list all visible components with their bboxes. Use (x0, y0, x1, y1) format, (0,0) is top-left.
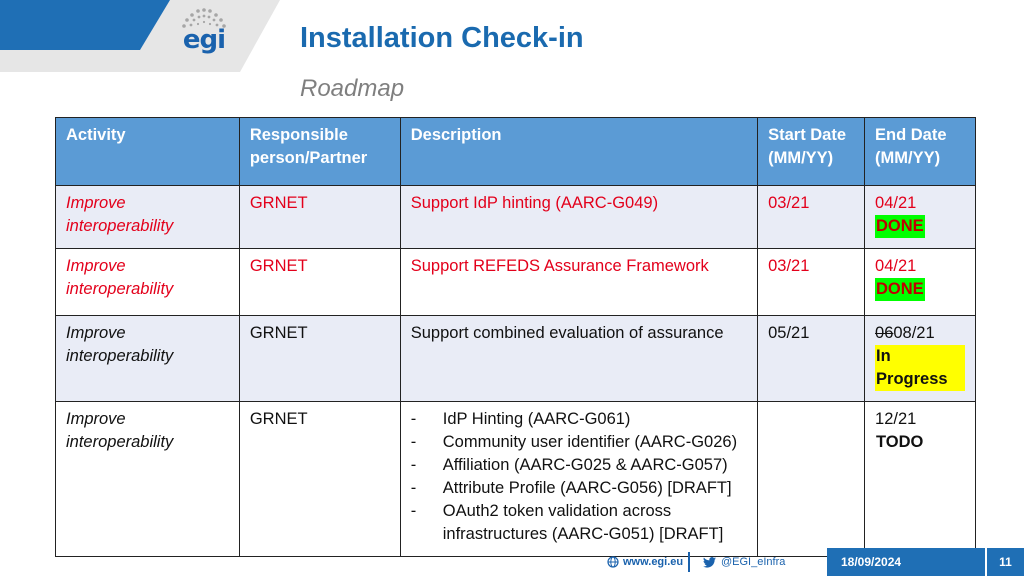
twitter-handle: @EGI_eInfra (721, 556, 786, 568)
table-header-row: Activity Responsible person/Partner Desc… (55, 117, 976, 186)
list-item: OAuth2 token validation across infrastru… (411, 500, 747, 546)
column-header-start-date: Start Date (MM/YY) (757, 117, 866, 186)
cell-end-date: 04/21 DONE (864, 185, 976, 249)
end-date-value: 04/21 (875, 257, 917, 275)
table-row: Improve interoperability GRNET IdP Hinti… (55, 401, 976, 557)
page-title: Installation Check-in (300, 22, 584, 54)
cell-partner: GRNET (238, 185, 401, 249)
website-text: www.egi.eu (623, 556, 684, 568)
end-date-value: 12/21 (875, 410, 917, 428)
end-date-struck: 06 (875, 324, 894, 342)
end-date-value: 0608/21 (875, 322, 965, 345)
column-header-end-date: End Date (MM/YY) (864, 117, 976, 186)
list-item: IdP Hinting (AARC-G061) (411, 408, 747, 431)
cell-partner: GRNET (238, 401, 401, 557)
cell-start-date: 03/21 (757, 248, 866, 316)
cell-description: Support REFEDS Assurance Framework (399, 248, 759, 316)
table-row: Improve interoperability GRNET Support c… (55, 315, 976, 402)
column-header-partner: Responsible person/Partner (238, 117, 401, 186)
page-number: 11 (987, 548, 1024, 576)
roadmap-table: Activity Responsible person/Partner Desc… (55, 117, 976, 557)
globe-icon (607, 556, 619, 568)
cell-end-date: 04/21 DONE (864, 248, 976, 316)
cell-activity: Improve interoperability (55, 401, 240, 557)
cell-activity: Improve interoperability (55, 315, 240, 402)
end-date-value: 04/21 (875, 194, 917, 212)
cell-end-date: 0608/21 In Progress (864, 315, 976, 402)
footer-website-link[interactable]: www.egi.eu (607, 556, 683, 568)
table-row: Improve interoperability GRNET Support I… (55, 185, 976, 249)
cell-start-date: 05/21 (757, 315, 866, 402)
list-item: Affiliation (AARC-G025 & AARC-G057) (411, 454, 747, 477)
column-header-activity: Activity (55, 117, 240, 186)
cell-activity: Improve interoperability (55, 248, 240, 316)
status-badge: DONE (875, 215, 925, 238)
cell-description: IdP Hinting (AARC-G061) Community user i… (399, 401, 759, 557)
cell-description: Support combined evaluation of assurance (399, 315, 759, 402)
cell-partner: GRNET (238, 248, 401, 316)
cell-description: Support IdP hinting (AARC-G049) (399, 185, 759, 249)
table-row: Improve interoperability GRNET Support R… (55, 248, 976, 316)
list-item: Attribute Profile (AARC-G056) [DRAFT] (411, 477, 747, 500)
page-subtitle: Roadmap (300, 75, 405, 102)
end-date-revised: 08/21 (893, 324, 935, 342)
egi-logo: egi (172, 6, 236, 54)
status-badge: DONE (875, 278, 925, 301)
cell-end-date: 12/21 TODO (864, 401, 976, 557)
status-badge: TODO (876, 433, 924, 451)
cell-start-date (757, 401, 866, 557)
list-item: Community user identifier (AARC-G026) (411, 431, 747, 454)
column-header-description: Description (399, 117, 759, 186)
footer-divider (688, 552, 690, 572)
footer-twitter-link[interactable]: @EGI_eInfra (703, 556, 785, 568)
footer-date: 18/09/2024 (827, 548, 985, 576)
cell-partner: GRNET (238, 315, 401, 402)
cell-activity: Improve interoperability (55, 185, 240, 249)
egi-logo-text: egi (182, 25, 226, 55)
status-badge: In Progress (875, 345, 965, 391)
description-list: IdP Hinting (AARC-G061) Community user i… (411, 408, 747, 546)
cell-start-date: 03/21 (757, 185, 866, 249)
header-blue-band (0, 0, 170, 50)
twitter-bird-icon (703, 556, 716, 568)
